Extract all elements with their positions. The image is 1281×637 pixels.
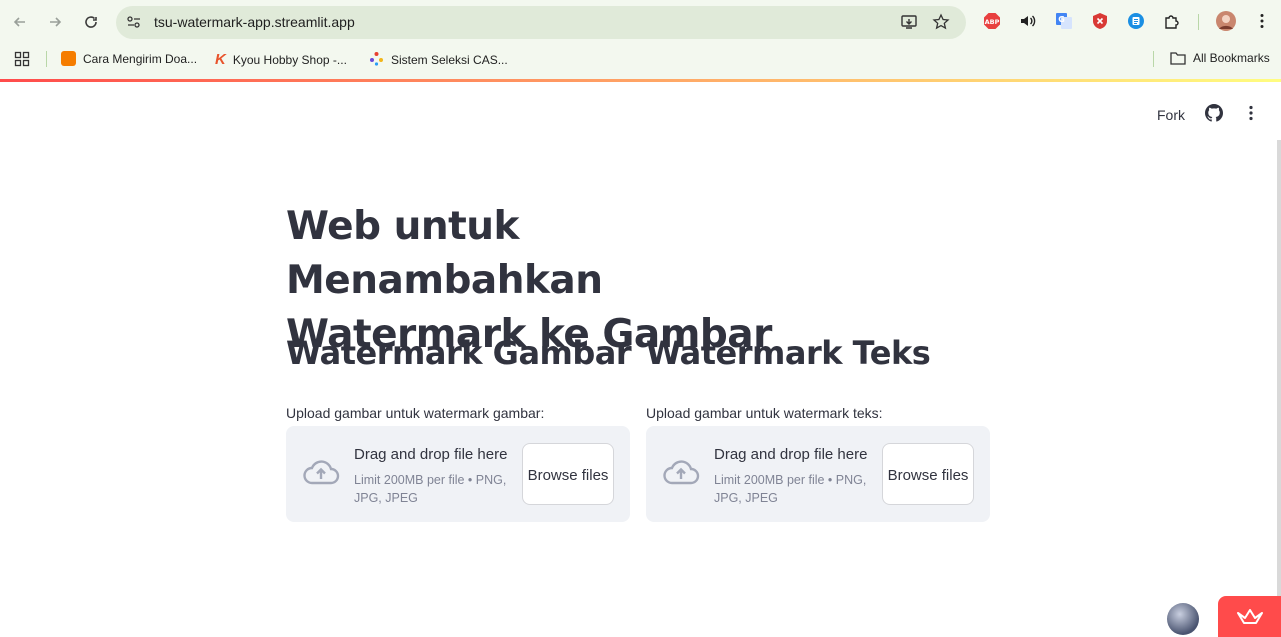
uploader-label: Upload gambar untuk watermark teks: — [646, 405, 883, 421]
puzzle-icon[interactable] — [1162, 11, 1182, 31]
all-bookmarks-label: All Bookmarks — [1193, 51, 1270, 65]
main-menu-icon[interactable] — [1243, 104, 1259, 125]
abp-icon[interactable]: ABP — [982, 11, 1002, 31]
url-text: tsu-watermark-app.streamlit.app — [154, 14, 355, 30]
svg-text:G: G — [1058, 15, 1065, 24]
streamlit-crown-icon — [1236, 608, 1263, 624]
sparkle-icon — [369, 51, 384, 69]
app-main: Fork Web untuk Menambahkan Watermark ke … — [0, 82, 1281, 637]
blogger-icon — [61, 51, 76, 66]
bookmarks-divider — [46, 51, 47, 67]
column-watermark-gambar: Watermark Gambar Upload gambar untuk wat… — [286, 334, 632, 522]
all-bookmarks[interactable]: All Bookmarks — [1170, 51, 1270, 65]
apps-icon[interactable] — [14, 51, 30, 67]
audio-icon[interactable] — [1018, 11, 1038, 31]
bookmark-star-icon[interactable] — [932, 13, 950, 36]
bookmarks-bar: Cara Mengirim Doa... K Kyou Hobby Shop -… — [0, 44, 1281, 74]
uploader-label: Upload gambar untuk watermark gambar: — [286, 405, 545, 421]
section-heading: Watermark Teks — [646, 334, 931, 372]
shield-icon[interactable] — [1090, 11, 1110, 31]
streamlit-badge[interactable] — [1218, 596, 1281, 637]
reload-icon — [85, 16, 97, 28]
dropzone-title: Drag and drop file here — [714, 446, 868, 463]
cloud-upload-icon — [302, 458, 340, 491]
viewer-avatar[interactable] — [1167, 603, 1199, 635]
bookmark-item-2[interactable]: Sistem Seleksi CAS... — [369, 51, 508, 69]
reader-icon[interactable] — [1126, 11, 1146, 31]
toolbar-divider — [1198, 14, 1199, 30]
back-button[interactable] — [8, 10, 32, 34]
more-icon[interactable] — [1252, 11, 1272, 31]
cloud-upload-icon — [662, 458, 700, 491]
address-bar[interactable]: tsu-watermark-app.streamlit.app — [116, 6, 966, 39]
site-settings-icon[interactable] — [126, 14, 142, 35]
bookmark-item-1[interactable]: K Kyou Hobby Shop -... — [215, 51, 347, 68]
bookmark-label: Sistem Seleksi CAS... — [391, 53, 508, 67]
scrollbar[interactable] — [1277, 140, 1281, 637]
fork-button[interactable]: Fork — [1157, 107, 1185, 123]
install-app-icon[interactable] — [900, 13, 918, 36]
arrow-right-icon — [50, 17, 62, 27]
forward-button[interactable] — [43, 10, 67, 34]
profile-avatar[interactable] — [1216, 11, 1236, 31]
github-icon[interactable] — [1205, 104, 1223, 125]
column-watermark-teks: Watermark Teks Upload gambar untuk water… — [646, 334, 990, 522]
file-dropzone[interactable]: Drag and drop file here Limit 200MB per … — [286, 426, 630, 522]
bookmark-label: Kyou Hobby Shop -... — [232, 52, 347, 67]
browser-chrome: tsu-watermark-app.streamlit.app ABP G Ca… — [0, 0, 1281, 80]
browse-files-button[interactable]: Browse files — [522, 443, 614, 505]
bookmark-item-0[interactable]: Cara Mengirim Doa... — [61, 51, 197, 66]
bookmark-label: Cara Mengirim Doa... — [83, 51, 198, 66]
dropzone-limit: Limit 200MB per file • PNG, JPG, JPEG — [354, 473, 507, 505]
section-heading: Watermark Gambar — [286, 334, 632, 372]
dropzone-title: Drag and drop file here — [354, 446, 508, 463]
reload-button[interactable] — [79, 10, 103, 34]
bookmarks-divider-right — [1153, 51, 1154, 67]
file-dropzone[interactable]: Drag and drop file here Limit 200MB per … — [646, 426, 990, 522]
svg-text:ABP: ABP — [985, 18, 1000, 26]
app-toolbar: Fork — [1157, 104, 1259, 125]
kyou-icon: K — [215, 51, 226, 68]
dropzone-limit: Limit 200MB per file • PNG, JPG, JPEG — [714, 473, 867, 505]
browse-files-button[interactable]: Browse files — [882, 443, 974, 505]
translate-icon[interactable]: G — [1054, 11, 1074, 31]
arrow-left-icon — [13, 17, 25, 27]
folder-icon — [1170, 52, 1186, 65]
